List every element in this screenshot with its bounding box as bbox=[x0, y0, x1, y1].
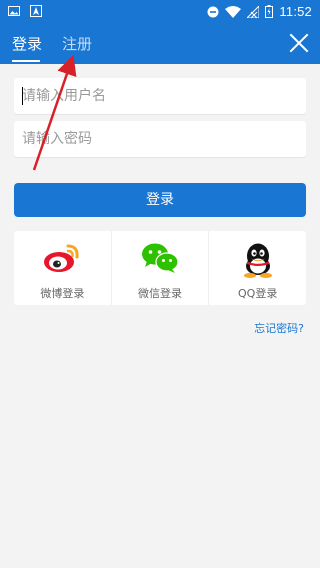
close-icon[interactable] bbox=[288, 32, 310, 54]
qq-icon bbox=[243, 243, 272, 278]
tab-login[interactable]: 登录 bbox=[12, 24, 42, 64]
tab-login-label: 登录 bbox=[12, 35, 43, 53]
dnd-icon bbox=[207, 6, 219, 17]
text-cursor bbox=[22, 87, 23, 105]
weibo-login-label: 微博登录 bbox=[40, 287, 85, 300]
password-field[interactable] bbox=[14, 121, 306, 157]
qq-login-label: QQ登录 bbox=[238, 287, 278, 300]
tab-register-label: 注册 bbox=[62, 35, 93, 53]
no-signal-icon bbox=[247, 5, 260, 18]
battery-icon bbox=[265, 5, 274, 18]
social-login-panel: 微博登录 微信登录 QQ登录 bbox=[14, 231, 306, 305]
status-right: 11:52 bbox=[207, 4, 312, 19]
wechat-login-label: 微信登录 bbox=[138, 287, 182, 300]
wechat-login-button[interactable]: 微信登录 bbox=[110, 231, 209, 305]
navigation-icon bbox=[30, 5, 42, 17]
app-bar: 登录 注册 bbox=[0, 24, 320, 64]
login-button[interactable]: 登录 bbox=[14, 183, 306, 217]
status-bar: 11:52 bbox=[0, 0, 320, 24]
weibo-icon bbox=[44, 244, 79, 272]
forgot-password-link[interactable]: 忘记密码? bbox=[254, 320, 304, 336]
image-icon bbox=[8, 6, 20, 16]
weibo-login-button[interactable]: 微博登录 bbox=[14, 231, 111, 305]
username-input[interactable] bbox=[14, 78, 306, 114]
wifi-icon bbox=[225, 5, 242, 18]
status-left bbox=[8, 5, 42, 17]
tab-register[interactable]: 注册 bbox=[62, 24, 92, 64]
clock: 11:52 bbox=[279, 4, 312, 19]
qq-login-button[interactable]: QQ登录 bbox=[208, 231, 306, 305]
wechat-icon bbox=[142, 243, 179, 273]
password-input[interactable] bbox=[14, 121, 306, 157]
tab-active-indicator bbox=[12, 60, 40, 62]
username-field[interactable] bbox=[14, 78, 306, 114]
